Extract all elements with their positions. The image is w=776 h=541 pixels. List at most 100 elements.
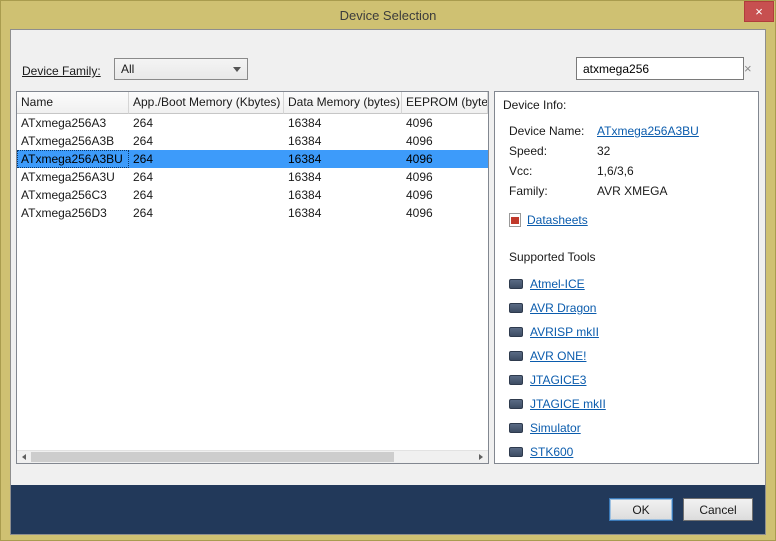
tool-link[interactable]: STK600 (530, 445, 573, 459)
supported-tools-list: Atmel-ICE AVR Dragon AVRISP mkII AVR ONE… (509, 272, 750, 464)
tool-icon (509, 327, 523, 337)
cell-data-memory: 16384 (284, 186, 402, 204)
table-row[interactable]: ATxmega256A3BU 264 16384 4096 (17, 150, 488, 168)
cell-eeprom: 4096 (402, 150, 488, 168)
cell-eeprom: 4096 (402, 186, 488, 204)
window-title: Device Selection (340, 8, 437, 23)
supported-tools-title: Supported Tools (509, 250, 750, 264)
tool-link[interactable]: AVRISP mkII (530, 325, 599, 339)
tool-item: STK600 (509, 440, 750, 464)
tool-link[interactable]: JTAGICE3 (530, 373, 586, 387)
column-header-data-memory[interactable]: Data Memory (bytes) (284, 92, 402, 114)
scroll-left-icon (22, 454, 26, 460)
scroll-right-button[interactable] (474, 451, 488, 463)
column-header-memory[interactable]: App./Boot Memory (Kbytes) (129, 92, 284, 114)
cell-eeprom: 4096 (402, 132, 488, 150)
table-row[interactable]: ATxmega256D3 264 16384 4096 (17, 204, 488, 222)
table-row[interactable]: ATxmega256A3 264 16384 4096 (17, 114, 488, 132)
device-name-link[interactable]: ATxmega256A3BU (597, 124, 699, 138)
tool-icon (509, 279, 523, 289)
field-speed: Speed: 32 (509, 144, 750, 164)
datasheets-row: Datasheets (509, 210, 750, 230)
tool-icon (509, 399, 523, 409)
table-row[interactable]: ATxmega256A3B 264 16384 4096 (17, 132, 488, 150)
cell-memory: 264 (129, 204, 284, 222)
vcc-value: 1,6/3,6 (597, 164, 634, 178)
tool-icon (509, 303, 523, 313)
family-value: AVR XMEGA (597, 184, 667, 198)
cell-name: ATxmega256C3 (17, 186, 129, 204)
cell-memory: 264 (129, 114, 284, 132)
tool-link[interactable]: Atmel-ICE (530, 277, 585, 291)
speed-value: 32 (597, 144, 610, 158)
cell-name: ATxmega256A3BU (17, 150, 129, 168)
pdf-icon (509, 213, 521, 227)
tool-icon (509, 351, 523, 361)
tool-link[interactable]: AVR ONE! (530, 349, 586, 363)
device-family-dropdown[interactable]: All (114, 58, 248, 80)
client-area: Device Family: All × Name App./Boot Memo… (10, 29, 766, 535)
search-box: × (576, 57, 744, 80)
cell-eeprom: 4096 (402, 114, 488, 132)
tool-item: AVRISP mkII (509, 320, 750, 344)
cancel-button[interactable]: Cancel (683, 498, 753, 521)
device-info-fields: Device Name: ATxmega256A3BU Speed: 32 Vc… (509, 124, 750, 204)
horizontal-scrollbar[interactable] (17, 450, 488, 463)
close-icon: × (755, 5, 763, 18)
cell-name: ATxmega256A3 (17, 114, 129, 132)
cell-memory: 264 (129, 150, 284, 168)
footer-bar: OK Cancel (11, 485, 765, 534)
device-family-label: Device Family: (22, 64, 101, 78)
table-row[interactable]: ATxmega256A3U 264 16384 4096 (17, 168, 488, 186)
cell-data-memory: 16384 (284, 150, 402, 168)
device-table-body: ATxmega256A3 264 16384 4096 ATxmega256A3… (17, 114, 488, 222)
column-header-name[interactable]: Name (17, 92, 129, 114)
device-table: Name App./Boot Memory (Kbytes) Data Memo… (16, 91, 489, 464)
tool-icon (509, 375, 523, 385)
cell-memory: 264 (129, 186, 284, 204)
clear-search-icon[interactable]: × (744, 61, 752, 76)
speed-label: Speed: (509, 144, 597, 158)
scrollbar-track[interactable] (31, 451, 474, 463)
tool-link[interactable]: AVR Dragon (530, 301, 596, 315)
cell-data-memory: 16384 (284, 204, 402, 222)
ok-button[interactable]: OK (609, 498, 673, 521)
close-button[interactable]: × (744, 1, 774, 22)
device-info-panel: Device Info: Device Name: ATxmega256A3BU… (494, 91, 759, 464)
tool-item: JTAGICE3 (509, 368, 750, 392)
column-header-eeprom[interactable]: EEPROM (bytes) (402, 92, 488, 114)
cell-name: ATxmega256D3 (17, 204, 129, 222)
family-label: Family: (509, 184, 597, 198)
cell-data-memory: 16384 (284, 114, 402, 132)
scrollbar-thumb[interactable] (31, 452, 394, 462)
field-vcc: Vcc: 1,6/3,6 (509, 164, 750, 184)
device-family-value: All (121, 62, 233, 76)
device-selection-dialog: Device Selection × Device Family: All × … (0, 0, 776, 541)
tool-icon (509, 423, 523, 433)
cell-name: ATxmega256A3B (17, 132, 129, 150)
tool-link[interactable]: Simulator (530, 421, 581, 435)
tool-link[interactable]: JTAGICE mkII (530, 397, 606, 411)
tool-item: AVR ONE! (509, 344, 750, 368)
tool-icon (509, 447, 523, 457)
device-info-title: Device Info: (503, 98, 750, 112)
search-input[interactable] (577, 62, 744, 76)
titlebar[interactable]: Device Selection × (1, 1, 775, 29)
tool-item: Atmel-ICE (509, 272, 750, 296)
table-header: Name App./Boot Memory (Kbytes) Data Memo… (17, 92, 488, 114)
table-row[interactable]: ATxmega256C3 264 16384 4096 (17, 186, 488, 204)
vcc-label: Vcc: (509, 164, 597, 178)
cell-eeprom: 4096 (402, 204, 488, 222)
cell-data-memory: 16384 (284, 168, 402, 186)
field-device-name: Device Name: ATxmega256A3BU (509, 124, 750, 144)
tool-item: AVR Dragon (509, 296, 750, 320)
chevron-down-icon (233, 67, 241, 72)
cell-memory: 264 (129, 168, 284, 186)
scroll-left-button[interactable] (17, 451, 31, 463)
cell-eeprom: 4096 (402, 168, 488, 186)
cell-memory: 264 (129, 132, 284, 150)
content-area: Device Family: All × Name App./Boot Memo… (11, 30, 765, 485)
field-family: Family: AVR XMEGA (509, 184, 750, 204)
datasheets-link[interactable]: Datasheets (527, 213, 588, 227)
device-name-label: Device Name: (509, 124, 597, 138)
